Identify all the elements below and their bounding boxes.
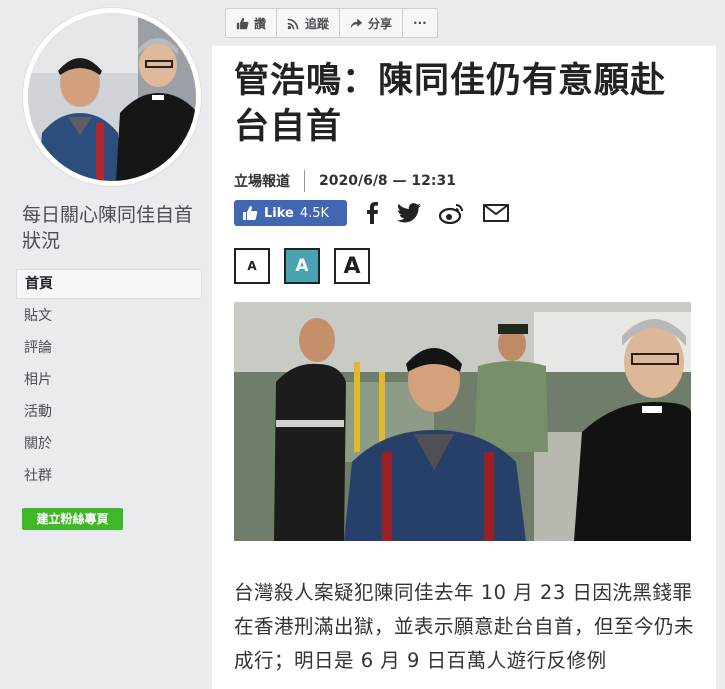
sidebar-item-posts[interactable]: 貼文 — [16, 301, 202, 331]
sidebar-item-home[interactable]: 首頁 — [16, 269, 202, 299]
rss-icon — [287, 18, 299, 29]
article-datetime: 2020/6/8 — 12:31 — [319, 173, 456, 189]
sidebar-nav: 首頁 貼文 評論 相片 活動 關於 社群 — [16, 269, 202, 493]
sidebar-item-reviews[interactable]: 評論 — [16, 333, 202, 363]
article-card: 管浩鳴：陳同佳仍有意願赴台自首 立場報道 2020/6/8 — 12:31 Li… — [212, 46, 716, 689]
page-action-bar: 讚 追蹤 分享 ··· — [225, 8, 438, 38]
sidebar-item-events[interactable]: 活動 — [16, 397, 202, 427]
twitter-icon[interactable] — [397, 203, 421, 223]
font-size-large-button[interactable]: A — [334, 248, 370, 284]
follow-label: 追蹤 — [305, 16, 330, 31]
share-button[interactable]: 分享 — [340, 9, 404, 37]
email-icon[interactable] — [483, 204, 509, 222]
like-count: 4.5K — [299, 205, 330, 221]
thumbs-up-icon — [243, 206, 258, 220]
like-page-label: 讚 — [254, 16, 267, 31]
profile-picture-frame[interactable] — [23, 8, 201, 186]
thumbs-up-icon — [236, 17, 249, 29]
page-name[interactable]: 每日關心陳同佳自首狀況 — [22, 202, 202, 254]
create-page-button[interactable]: 建立粉絲專頁 — [22, 508, 123, 530]
sidebar: 每日關心陳同佳自首狀況 首頁 貼文 評論 相片 活動 關於 社群 建立粉絲專頁 — [0, 0, 212, 689]
main-content: 讚 追蹤 分享 ··· 管浩鳴：陳同佳仍有意願赴台自首 立場報道 2020/6/… — [212, 0, 725, 689]
like-label: Like — [264, 205, 294, 221]
share-row: Like 4.5K — [234, 200, 509, 226]
facebook-like-button[interactable]: Like 4.5K — [234, 200, 347, 226]
share-label: 分享 — [368, 16, 393, 31]
article-body: 台灣殺人案疑犯陳同佳去年 10 月 23 日因洗黑錢罪在香港刑滿出獄，並表示願意… — [234, 581, 695, 672]
share-arrow-icon — [350, 18, 363, 28]
article-photo — [234, 302, 691, 541]
sidebar-item-photos[interactable]: 相片 — [16, 365, 202, 395]
follow-button[interactable]: 追蹤 — [277, 9, 341, 37]
font-size-selector: A A A — [234, 248, 370, 284]
article-meta: 立場報道 2020/6/8 — 12:31 — [234, 170, 456, 192]
weibo-icon[interactable] — [439, 202, 465, 224]
font-size-small-button[interactable]: A — [234, 248, 270, 284]
more-icon: ··· — [413, 16, 427, 30]
sidebar-item-about[interactable]: 關於 — [16, 429, 202, 459]
article-title: 管浩鳴：陳同佳仍有意願赴台自首 — [234, 61, 667, 147]
avatar[interactable] — [28, 13, 196, 181]
meta-divider — [304, 170, 305, 192]
facebook-icon[interactable] — [365, 202, 379, 224]
article-source[interactable]: 立場報道 — [234, 171, 290, 191]
like-page-button[interactable]: 讚 — [226, 9, 278, 37]
more-button[interactable]: ··· — [403, 9, 437, 37]
sidebar-item-community[interactable]: 社群 — [16, 461, 202, 491]
news-photo — [234, 302, 691, 541]
font-size-medium-button[interactable]: A — [284, 248, 320, 284]
avatar-photo — [28, 13, 196, 181]
